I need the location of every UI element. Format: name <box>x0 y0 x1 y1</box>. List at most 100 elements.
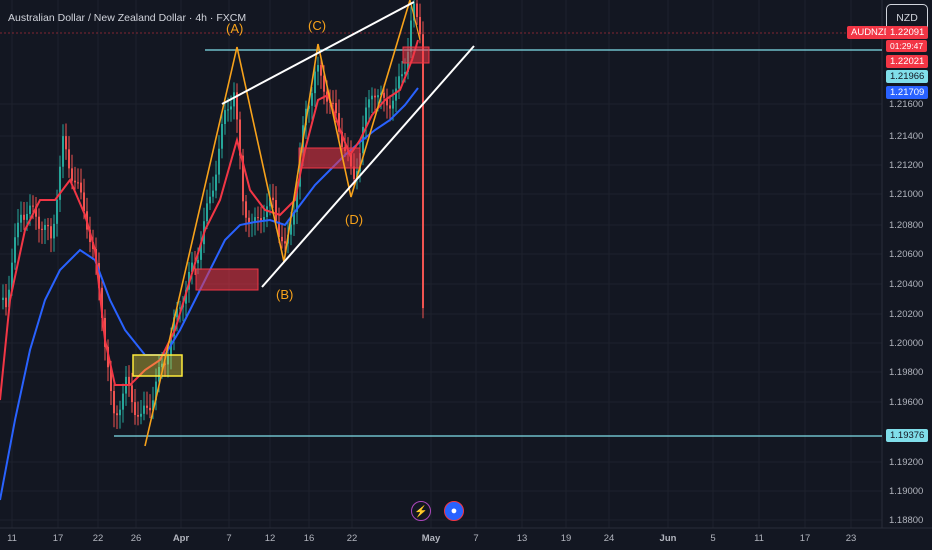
candle-body <box>113 391 115 414</box>
candle-body <box>233 92 235 107</box>
time-tick: May <box>422 533 441 544</box>
time-tick: 22 <box>347 533 358 544</box>
candle-body <box>41 228 43 230</box>
candle-body <box>401 74 403 77</box>
price-tick: 1.21200 <box>889 160 923 171</box>
candle-body <box>2 297 4 300</box>
chart-area[interactable]: 1.21600 1.21400 1.21200 1.21000 1.20800 1.206… <box>0 0 932 550</box>
price-tick: 1.19200 <box>889 457 923 468</box>
lightning-icon[interactable]: ⚡ <box>411 501 431 521</box>
candle-body <box>206 203 208 222</box>
candle-body <box>209 196 211 204</box>
candle-body <box>335 103 337 114</box>
candle-body <box>47 224 49 227</box>
candle-body <box>65 136 67 150</box>
candle-body <box>23 214 25 220</box>
candle-body <box>368 99 370 108</box>
supply-zone-2[interactable] <box>298 147 361 169</box>
candle-body <box>317 65 319 72</box>
candle-body <box>272 197 274 201</box>
candle-body <box>320 65 322 76</box>
candle-body <box>275 200 277 222</box>
candle-body <box>71 168 73 181</box>
candle-body <box>311 93 313 106</box>
label-d: (D) <box>345 212 364 227</box>
price-tick: 1.19800 <box>889 367 923 378</box>
candle-body <box>245 201 247 218</box>
time-axis[interactable]: 11 17 22 26 Apr 7 12 16 22 May 7 13 19 24 Jun 5 11 17 23 <box>7 533 856 544</box>
label-c: (C) <box>308 18 327 33</box>
candle-body <box>119 409 121 416</box>
candle-body <box>218 148 220 175</box>
candle-body <box>314 71 316 94</box>
grid <box>0 0 932 529</box>
candle-body <box>32 205 34 207</box>
candle-body <box>74 180 76 183</box>
label-a: (A) <box>226 21 244 36</box>
time-tick: 16 <box>304 533 315 544</box>
candle-body <box>221 124 223 149</box>
candle-body <box>68 149 70 169</box>
candle-body <box>224 110 226 125</box>
price-axis[interactable]: 1.21600 1.21400 1.21200 1.21000 1.20800 1.206… <box>889 99 923 526</box>
supply-zone-3[interactable] <box>402 46 430 64</box>
time-tick: 26 <box>131 533 142 544</box>
candle-body <box>230 106 232 110</box>
price-tick: 1.20600 <box>889 249 923 260</box>
rising-wedge-lower[interactable] <box>261 45 475 288</box>
time-tick: 23 <box>846 533 857 544</box>
price-tick: 1.20800 <box>889 220 923 231</box>
candle-body <box>383 92 385 98</box>
time-tick: 7 <box>473 533 478 544</box>
time-tick: 11 <box>7 533 17 544</box>
price-red-tag: 1.22021 <box>886 55 929 68</box>
candle-body <box>395 88 397 101</box>
candle-body <box>332 102 334 104</box>
price-tick: 1.21400 <box>889 131 923 142</box>
price-tick: 1.21600 <box>889 99 923 110</box>
price-tick: 1.20200 <box>889 309 923 320</box>
time-tick: 5 <box>710 533 715 544</box>
candle-body <box>146 405 148 408</box>
label-b: (B) <box>276 287 294 302</box>
demand-zone-yellow[interactable] <box>132 354 183 377</box>
candle-body <box>56 199 58 224</box>
candle-body <box>29 205 31 214</box>
price-blue-tag: 1.21709 <box>886 86 929 99</box>
candle-body <box>197 259 199 264</box>
news-icon[interactable]: ● <box>444 501 464 521</box>
time-tick: 17 <box>800 533 811 544</box>
candle-body <box>257 217 259 219</box>
candle-body <box>416 3 418 17</box>
candle-body <box>26 213 28 220</box>
candle-body <box>422 34 424 309</box>
supply-zone-1[interactable] <box>195 268 259 291</box>
candle-body <box>419 16 421 35</box>
price-teal-tag: 1.21966 <box>886 70 929 83</box>
chart-canvas[interactable]: 1.21600 1.21400 1.21200 1.21000 1.20800 1.206… <box>0 0 932 550</box>
candle-body <box>5 297 7 308</box>
price-tick: 1.20000 <box>889 338 923 349</box>
price-tick: 1.21000 <box>889 189 923 200</box>
price-tick: 1.19000 <box>889 486 923 497</box>
candle-body <box>281 236 283 242</box>
candle-body <box>17 222 19 238</box>
time-tick: 19 <box>561 533 572 544</box>
candle-body <box>371 95 373 100</box>
last-price-tag: 1.22091 <box>886 26 929 39</box>
chart-title: Australian Dollar / New Zealand Dollar ·… <box>8 12 247 24</box>
time-tick: 17 <box>53 533 64 544</box>
price-tick: 1.19600 <box>889 397 923 408</box>
time-tick: 12 <box>265 533 276 544</box>
candle-body <box>140 413 142 417</box>
candle-body <box>77 182 79 184</box>
candle-body <box>131 385 133 403</box>
candle-body <box>80 182 82 193</box>
time-tick: 24 <box>604 533 615 544</box>
time-tick: 7 <box>226 533 231 544</box>
candle-body <box>374 95 376 98</box>
time-tick: Jun <box>660 533 677 544</box>
candle-body <box>62 136 64 167</box>
candle-body <box>137 414 139 417</box>
candle-body <box>149 407 151 411</box>
